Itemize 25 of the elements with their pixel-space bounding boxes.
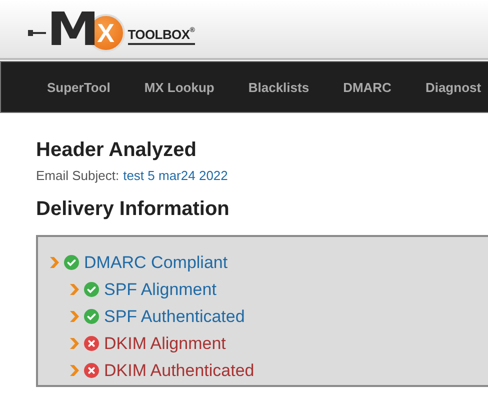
nav-link[interactable]: SuperTool <box>47 80 110 94</box>
tree-item-label[interactable]: DKIM Alignment <box>104 334 226 354</box>
tree-item-label[interactable]: DMARC Compliant <box>84 252 228 272</box>
nav-link[interactable]: MX Lookup <box>144 80 214 94</box>
chevron-icon[interactable] <box>70 284 79 295</box>
nav-link[interactable]: DMARC <box>343 80 392 94</box>
tree-item-label[interactable]: DKIM Authenticated <box>104 360 254 380</box>
check-icon <box>84 309 99 324</box>
cross-icon <box>84 336 99 351</box>
nav-link[interactable]: Blacklists <box>248 80 310 94</box>
chevron-icon[interactable] <box>70 365 79 376</box>
tree-item-label[interactable]: SPF Alignment <box>104 280 216 300</box>
check-icon <box>84 282 99 297</box>
check-icon <box>64 255 79 270</box>
chevron-icon[interactable] <box>50 257 59 268</box>
tree-item-label[interactable]: SPF Authenticated <box>104 306 245 326</box>
nav-link[interactable]: Diagnost <box>425 80 482 94</box>
wire-icon <box>28 29 46 37</box>
section-title: Delivery Information <box>36 198 230 221</box>
chevron-icon[interactable] <box>70 338 79 349</box>
subject-label: Email Subject: <box>36 168 120 183</box>
cross-icon <box>84 363 99 378</box>
subject-value: test 5 mar24 2022 <box>123 168 228 183</box>
page-title: Header Analyzed <box>36 139 198 162</box>
chevron-icon[interactable] <box>70 311 79 322</box>
